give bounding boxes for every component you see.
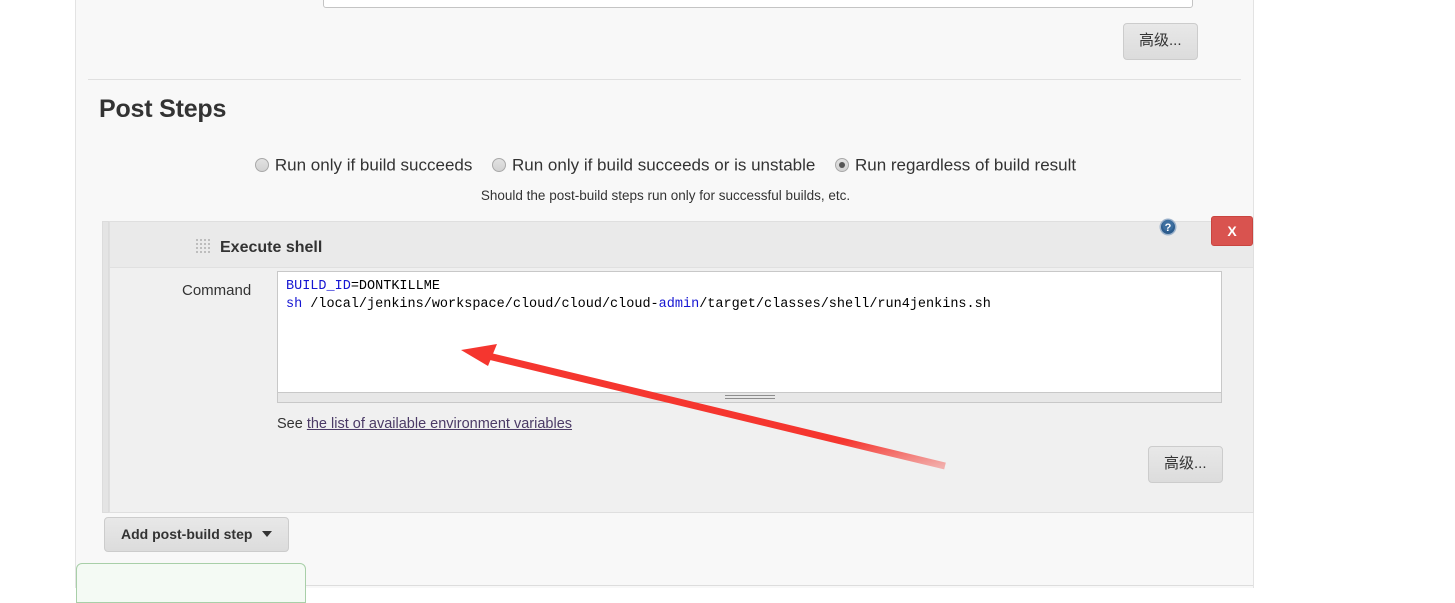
- command-token-path-tail: /target/classes/shell/run4jenkins.sh: [699, 297, 991, 312]
- configuration-form-column: 高级... Post Steps Run only if build succe…: [75, 0, 1255, 603]
- post-step-condition-radio-group: Run only if build succeeds Run only if b…: [76, 155, 1255, 176]
- radio-dot-icon[interactable]: [492, 157, 507, 172]
- radio-dot-icon-selected[interactable]: [834, 157, 849, 172]
- radio-group-help-text: Should the post-build steps run only for…: [480, 188, 851, 203]
- command-token-assign: =DONTKILLME: [350, 279, 440, 294]
- advanced-button-builder[interactable]: 高级...: [1148, 446, 1223, 483]
- command-token-path-head: /local/jenkins/workspace/cloud/cloud/clo…: [302, 297, 659, 312]
- environment-variables-link[interactable]: the list of available environment variab…: [307, 416, 572, 432]
- execute-shell-panel: Execute shell X Command BUILD_ID=DONTKIL…: [109, 216, 1254, 513]
- previous-section: 高级...: [76, 0, 1253, 75]
- radio-label: Run regardless of build result: [854, 155, 1077, 175]
- page-title: Post Steps: [99, 95, 227, 123]
- command-textarea[interactable]: BUILD_ID=DONTKILLME sh /local/jenkins/wo…: [277, 271, 1222, 393]
- radio-dot-icon[interactable]: [254, 157, 269, 172]
- svg-text:?: ?: [1165, 222, 1172, 234]
- radio-label: Run only if build succeeds: [274, 155, 473, 175]
- drag-handle-icon[interactable]: [196, 239, 211, 254]
- command-token-sh: sh: [286, 297, 303, 312]
- command-token-admin: admin: [658, 297, 700, 312]
- textarea-resize-grip[interactable]: [277, 393, 1222, 403]
- previous-section-input[interactable]: [323, 0, 1193, 8]
- add-post-build-step-label: Add post-build step: [121, 526, 253, 542]
- radio-option-run-if-succeeds-or-unstable[interactable]: Run only if build succeeds or is unstabl…: [492, 155, 815, 176]
- advanced-button-top[interactable]: 高级...: [1123, 23, 1198, 60]
- env-prefix-text: See: [277, 416, 303, 432]
- bottom-highlight-box: [76, 563, 306, 603]
- command-field-label: Command: [182, 282, 252, 299]
- radio-option-run-if-succeeds[interactable]: Run only if build succeeds: [254, 155, 473, 176]
- execute-shell-title: Execute shell: [220, 239, 323, 256]
- help-icon[interactable]: ?: [1159, 218, 1177, 236]
- section-divider: [88, 79, 1241, 80]
- environment-variables-line: See the list of available environment va…: [277, 416, 572, 432]
- bottom-divider: [306, 585, 1253, 586]
- radio-option-run-regardless[interactable]: Run regardless of build result: [834, 155, 1077, 176]
- chevron-down-icon: [262, 531, 273, 538]
- execute-shell-header: Execute shell X: [110, 216, 1253, 268]
- delete-builder-button[interactable]: X: [1211, 216, 1253, 246]
- builder-drag-accent-bar[interactable]: [102, 221, 109, 513]
- command-token-build-id: BUILD_ID: [286, 279, 351, 294]
- radio-label: Run only if build succeeds or is unstabl…: [512, 155, 816, 175]
- add-post-build-step-button[interactable]: Add post-build step: [104, 517, 290, 553]
- page-root: 高级... Post Steps Run only if build succe…: [0, 0, 1455, 603]
